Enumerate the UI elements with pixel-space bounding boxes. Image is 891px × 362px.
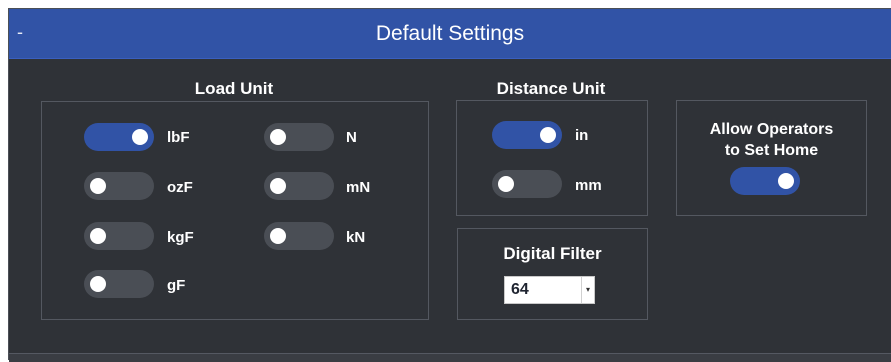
digital-filter-title: Digital Filter	[503, 244, 602, 263]
allow-home-label-line1: Allow Operators	[709, 121, 834, 138]
toggle-knob	[90, 178, 106, 194]
toggle-knob	[132, 129, 148, 145]
label-lbf: lbF	[167, 129, 190, 146]
label-kgf: kgF	[167, 229, 194, 246]
distance-unit-box	[456, 100, 648, 216]
toggle-mn[interactable]	[264, 172, 334, 200]
label-mn: mN	[346, 179, 371, 196]
toggle-knob	[270, 228, 286, 244]
toggle-gf[interactable]	[84, 270, 154, 298]
chevron-down-icon: ▾	[581, 277, 594, 303]
distance-unit-title: Distance Unit	[496, 79, 606, 98]
toggle-knob	[498, 176, 514, 192]
toggle-lbf[interactable]	[84, 123, 154, 151]
label-ozf: ozF	[167, 179, 193, 196]
panel-header: - Default Settings	[9, 9, 891, 59]
toggle-mm[interactable]	[492, 170, 562, 198]
digital-filter-value: 64	[511, 281, 529, 298]
label-kn: kN	[346, 229, 366, 246]
load-unit-title: Load Unit	[194, 79, 274, 98]
label-n: N	[346, 129, 357, 146]
digital-filter-box	[457, 228, 648, 320]
panel-bottom-divider	[9, 353, 891, 362]
toggle-knob	[778, 173, 794, 189]
toggle-kgf[interactable]	[84, 222, 154, 250]
label-mm: mm	[575, 177, 602, 194]
label-in: in	[575, 127, 589, 144]
toggle-in[interactable]	[492, 121, 562, 149]
toggle-allow-home[interactable]	[730, 167, 800, 195]
panel-title: Default Settings	[375, 22, 525, 45]
default-settings-panel: - Default Settings Load Unit lbF ozF kgF…	[8, 8, 891, 362]
toggle-knob	[540, 127, 556, 143]
label-gf: gF	[167, 277, 186, 294]
toggle-knob	[270, 178, 286, 194]
toggle-ozf[interactable]	[84, 172, 154, 200]
toggle-kn[interactable]	[264, 222, 334, 250]
toggle-n[interactable]	[264, 123, 334, 151]
toggle-knob	[90, 228, 106, 244]
toggle-knob	[90, 276, 106, 292]
allow-home-label-line2: to Set Home	[724, 142, 819, 159]
toggle-knob	[270, 129, 286, 145]
digital-filter-select[interactable]: 64 ▾	[504, 276, 595, 304]
